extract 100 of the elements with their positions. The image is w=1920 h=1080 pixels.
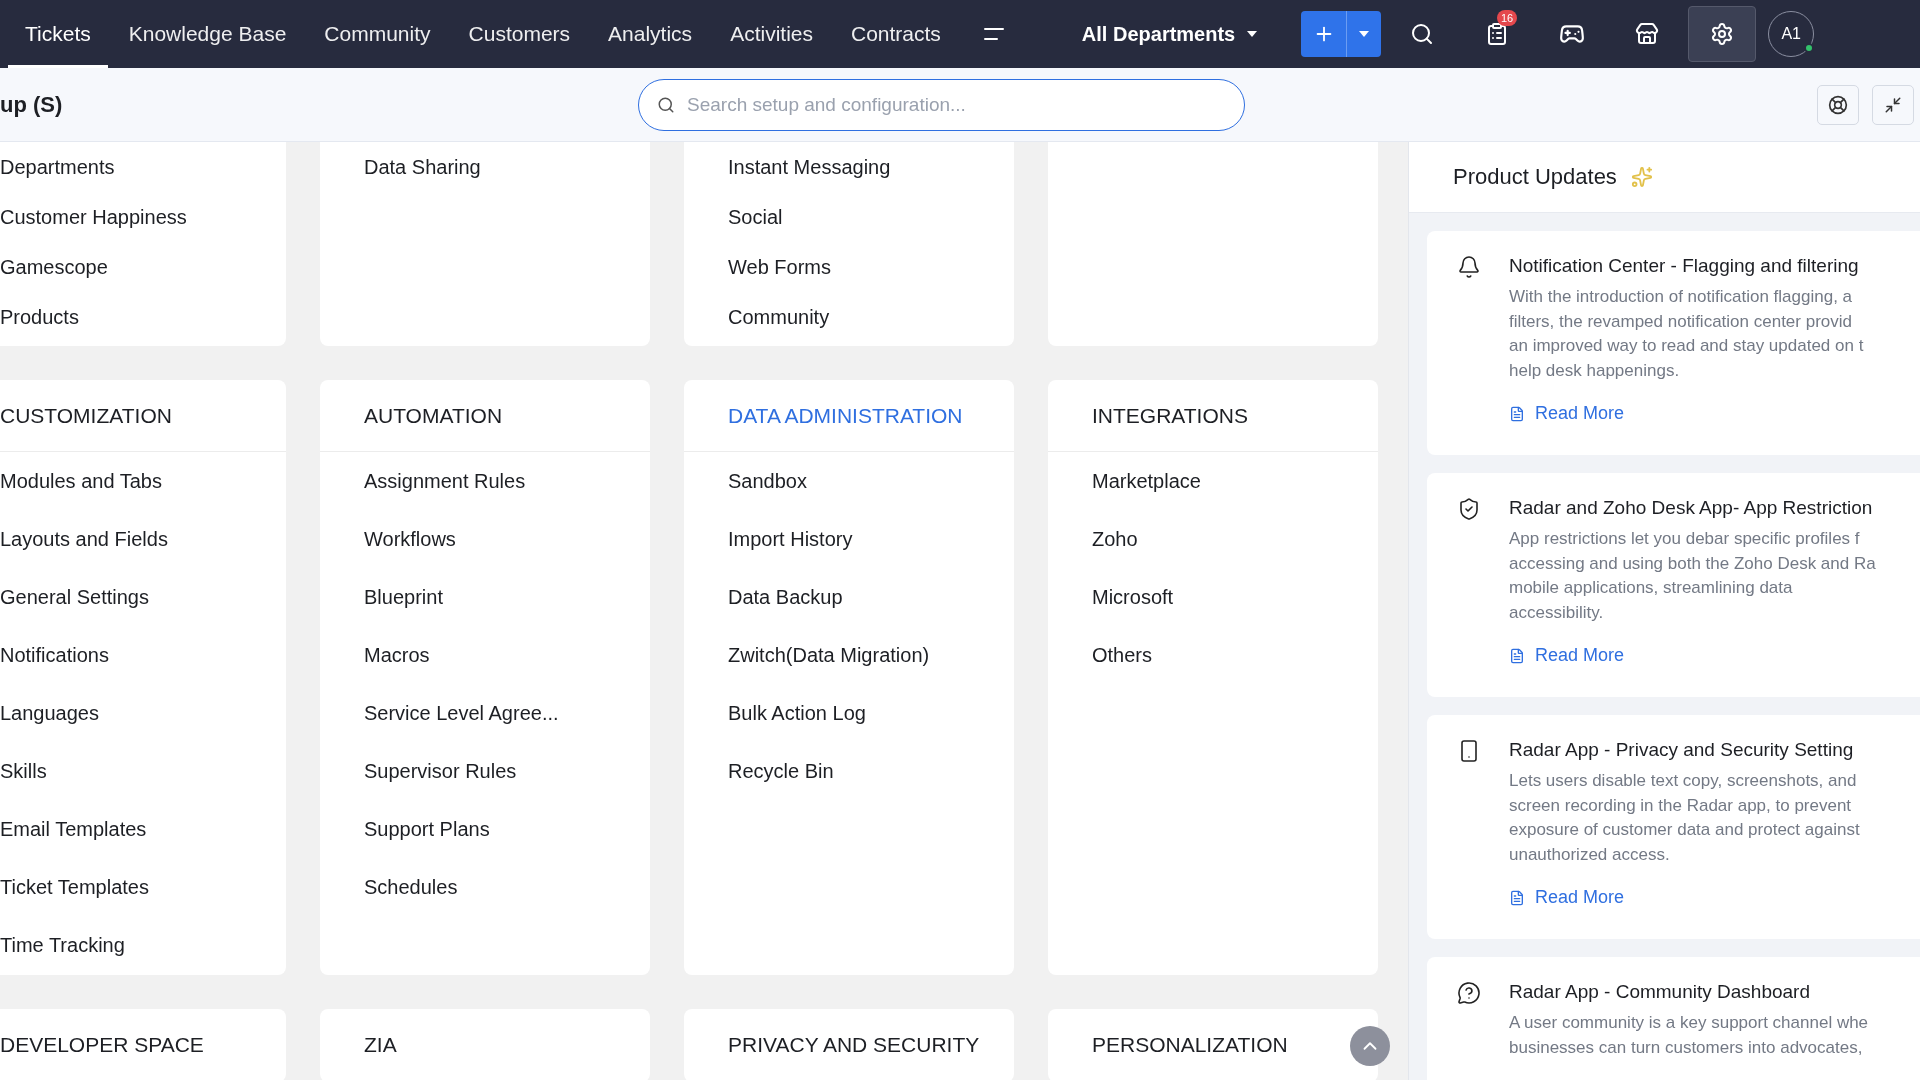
help-button[interactable] (1817, 84, 1859, 125)
section-heading[interactable]: CUSTOMIZATION (0, 403, 172, 428)
nav-tab[interactable]: Contracts (834, 0, 958, 68)
read-more-link[interactable]: Read More (1509, 887, 1860, 908)
collapse-button[interactable] (1872, 84, 1914, 125)
settings-link[interactable]: Ticket Templates (0, 875, 149, 899)
settings-link[interactable]: Modules and Tabs (0, 469, 162, 493)
settings-link[interactable]: Assignment Rules (364, 469, 526, 493)
nav-tab[interactable]: Analytics (591, 0, 710, 68)
update-description: App restrictions let you debar specific profiles f (1509, 528, 1861, 550)
settings-link[interactable]: Time Tracking (0, 933, 125, 957)
search-icon (657, 95, 675, 114)
section-heading[interactable]: PERSONALIZATION (1092, 1032, 1288, 1057)
update-description: screen recording in the Radar app, to prevent (1509, 794, 1853, 817)
settings-link[interactable]: Macros (364, 643, 430, 667)
question-chat-icon (1457, 981, 1481, 1005)
menu-icon[interactable] (983, 28, 1004, 40)
settings-link[interactable]: Languages (0, 701, 99, 725)
store-icon (1635, 22, 1660, 46)
settings-link[interactable]: Zwitch(Data Migration) (728, 643, 930, 667)
settings-link[interactable]: Data Sharing (364, 155, 481, 179)
caret-icon (1359, 31, 1370, 37)
online-dot (1804, 43, 1815, 53)
section-heading[interactable]: DATA ADMINISTRATION (728, 403, 963, 428)
department-dropdown[interactable]: All Departments (1081, 22, 1258, 46)
settings-link[interactable]: Marketplace (1092, 469, 1201, 493)
search-bar[interactable]: Search setup and configuration... (638, 78, 1245, 131)
shield-icon (1457, 497, 1481, 521)
sparkle-icon (1630, 166, 1653, 188)
section-heading[interactable]: ZIA (364, 1032, 397, 1057)
settings-link[interactable]: Zoho (1092, 527, 1138, 551)
settings-link[interactable]: Bulk Action Log (728, 701, 866, 725)
settings-link[interactable]: Service Level Agree... (364, 701, 559, 725)
section-heading[interactable]: DEVELOPER SPACE (0, 1032, 204, 1057)
settings-link[interactable]: Email Templates (0, 817, 147, 841)
settings-link[interactable]: Departments (0, 155, 115, 179)
update-description: help desk happenings. (1509, 359, 1681, 382)
nav-tab[interactable]: Community (307, 0, 448, 68)
panel-title: Product Updates (1453, 164, 1617, 190)
settings-link[interactable]: Web Forms (728, 255, 831, 279)
update-description: mobile applications, streamlining data (1509, 577, 1794, 599)
settings-link[interactable]: Supervisor Rules (364, 759, 517, 783)
notification-count: 16 (1497, 10, 1518, 26)
update-title: Radar App - Community Dashboard (1509, 981, 1811, 1004)
settings-link[interactable]: Social (728, 205, 783, 229)
update-description: unauthorized access. (1509, 843, 1671, 866)
update-description: A user community is a key support channel whe (1509, 1012, 1869, 1034)
document-icon (1509, 405, 1525, 422)
add-options-button[interactable] (1347, 11, 1382, 57)
update-description: accessibility. (1509, 601, 1605, 624)
settings-button[interactable] (1688, 6, 1757, 62)
update-description: Lets users disable text copy, screenshots, and (1509, 770, 1858, 792)
settings-link[interactable]: Import History (728, 527, 853, 551)
update-description: businesses can turn customers into advocates, (1509, 1036, 1864, 1059)
update-description: accessing and using both the Zoho Desk and Ra (1509, 552, 1876, 575)
settings-link[interactable]: Notifications (0, 643, 109, 667)
settings-link[interactable]: Recycle Bin (728, 759, 834, 783)
nav-tab[interactable]: Customers (451, 0, 588, 68)
caret-icon (1247, 31, 1258, 37)
settings-link[interactable]: Community (728, 305, 830, 329)
settings-link[interactable]: Skills (0, 759, 47, 783)
settings-link[interactable]: Schedules (364, 875, 458, 899)
settings-link[interactable]: Others (1092, 643, 1153, 667)
add-button[interactable] (1301, 11, 1348, 57)
settings-icon (1710, 22, 1735, 46)
update-description: exposure of customer data and protect against (1509, 819, 1860, 841)
document-icon (1509, 889, 1525, 906)
section-heading[interactable]: AUTOMATION (364, 403, 503, 428)
collapse-icon (1884, 95, 1902, 114)
update-description: an improved way to read and stay updated on t (1509, 335, 1864, 357)
read-more-link[interactable]: Read More (1509, 645, 1876, 666)
settings-link[interactable]: General Settings (0, 585, 149, 609)
settings-link[interactable]: Layouts and Fields (0, 527, 168, 551)
page-title: up (S) (0, 91, 64, 118)
update-description: filters, the revamped notification center provid (1509, 310, 1853, 333)
read-more-link[interactable]: Read More (1509, 403, 1864, 424)
settings-link[interactable]: Products (0, 305, 79, 329)
bell-icon (1457, 255, 1481, 279)
settings-link[interactable]: Gamescope (0, 255, 108, 279)
nav-tab[interactable]: Activities (713, 0, 830, 68)
search-field[interactable]: Search setup and configuration... (685, 92, 1244, 117)
update-description: With the introduction of notification flagging, a (1509, 286, 1854, 308)
settings-link[interactable]: Instant Messaging (728, 155, 891, 179)
section-heading[interactable]: INTEGRATIONS (1092, 403, 1248, 428)
document-icon (1509, 647, 1525, 664)
update-title: Notification Center - Flagging and filtering (1509, 255, 1860, 278)
lifebuoy-icon (1828, 94, 1848, 115)
notifications-button[interactable]: 16 (1463, 0, 1532, 68)
search-icon (1410, 22, 1435, 46)
settings-link[interactable]: Customer Happiness (0, 205, 187, 229)
settings-link[interactable]: Blueprint (364, 585, 443, 609)
settings-link[interactable]: Sandbox (728, 469, 807, 493)
settings-link[interactable]: Data Backup (728, 585, 843, 609)
settings-link[interactable]: Microsoft (1092, 585, 1174, 609)
nav-tab[interactable]: Knowledge Base (111, 0, 304, 68)
settings-link[interactable]: Workflows (364, 527, 456, 551)
update-title: Radar and Zoho Desk App- App Restriction (1509, 497, 1874, 520)
update-title: Radar App - Privacy and Security Setting (1509, 739, 1855, 762)
section-heading[interactable]: PRIVACY AND SECURITY (728, 1032, 980, 1057)
settings-link[interactable]: Support Plans (364, 817, 490, 841)
